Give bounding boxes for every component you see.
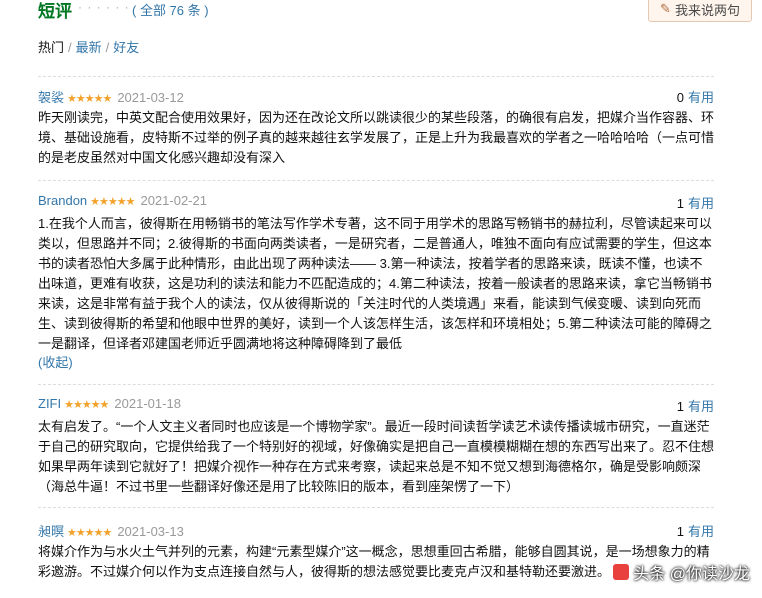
useful-count: 1 bbox=[676, 399, 684, 414]
title-dots: · · · · · · bbox=[78, 0, 130, 14]
all-comments-link[interactable]: ( 全部 76 条 ) bbox=[132, 0, 209, 19]
star-rating-icon: ★★★★★ bbox=[67, 527, 112, 539]
useful-button[interactable]: 有用 bbox=[688, 524, 714, 539]
sort-latest-tab[interactable]: 最新 bbox=[76, 40, 102, 55]
useful-vote[interactable]: 1 有用 bbox=[677, 193, 714, 212]
section-title: 短评 bbox=[38, 2, 72, 21]
review-meta: 昶暝 ★★★★★ 2021-03-13 1 有用 bbox=[38, 521, 714, 539]
divider bbox=[38, 76, 714, 77]
sort-separator: / bbox=[68, 40, 72, 55]
sort-separator: / bbox=[105, 40, 110, 55]
review-date: 2021-02-21 bbox=[140, 193, 207, 208]
divider bbox=[38, 384, 714, 385]
useful-count: 1 bbox=[676, 196, 684, 211]
review-meta: 袈裟 ★★★★★ 2021-03-12 0 有用 bbox=[38, 87, 714, 105]
write-comment-button[interactable]: ✎ 我来说两句 bbox=[648, 0, 752, 22]
pencil-icon: ✎ bbox=[660, 1, 671, 16]
sort-tabs: 热门 / 最新 / 好友 bbox=[38, 37, 139, 56]
write-comment-label: 我来说两句 bbox=[674, 2, 740, 18]
review-text: 太有启发了。“一个人文主义者同时也应该是一个博物学家”。最近一段时间读哲学读艺术… bbox=[38, 419, 715, 494]
review-item: 袈裟 ★★★★★ 2021-03-12 0 有用 昨天刚读完，中英文配合使用效果好，因… bbox=[38, 87, 714, 168]
useful-count: 0 bbox=[676, 90, 684, 105]
review-user-link[interactable]: ZIFI bbox=[38, 396, 61, 411]
collapse-link[interactable]: (收起) bbox=[38, 354, 714, 372]
star-rating-icon: ★★★★★ bbox=[67, 93, 112, 105]
review-item: Brandon ★★★★★ 2021-02-21 1 有用 1.在我个人而言，彼得斯在… bbox=[38, 193, 714, 372]
review-meta: ZIFI ★★★★★ 2021-01-18 1 有用 bbox=[38, 396, 714, 414]
review-date: 2021-03-12 bbox=[117, 90, 184, 105]
review-user-link[interactable]: 袈裟 bbox=[38, 90, 64, 105]
review-date: 2021-03-13 bbox=[117, 524, 184, 539]
useful-count: 1 bbox=[676, 524, 684, 539]
useful-vote[interactable]: 1 有用 bbox=[677, 396, 714, 415]
sort-hot-tab[interactable]: 热门 bbox=[38, 40, 64, 55]
useful-button[interactable]: 有用 bbox=[688, 399, 714, 414]
useful-button[interactable]: 有用 bbox=[688, 90, 714, 105]
review-user-link[interactable]: 昶暝 bbox=[38, 524, 64, 539]
review-item: ZIFI ★★★★★ 2021-01-18 1 有用 太有启发了。“一个人文主义者同时… bbox=[38, 396, 714, 497]
review-user-link[interactable]: Brandon bbox=[38, 193, 87, 208]
review-meta: Brandon ★★★★★ 2021-02-21 1 有用 bbox=[38, 193, 714, 211]
divider bbox=[38, 180, 714, 181]
sort-friends-tab[interactable]: 好友 bbox=[113, 40, 139, 55]
useful-button[interactable]: 有用 bbox=[688, 196, 714, 211]
useful-vote[interactable]: 1 有用 bbox=[677, 521, 714, 540]
review-text: 1.在我个人而言，彼得斯在用畅销书的笔法写作学术专著，这不同于用学术的思路写畅销… bbox=[38, 216, 712, 351]
review-text: 昨天刚读完，中英文配合使用效果好，因为还在改论文所以跳读很少的某些段落，的确很有… bbox=[38, 110, 715, 165]
watermark: 头条 @你读沙龙 bbox=[613, 560, 750, 584]
watermark-text: 头条 @你读沙龙 bbox=[633, 566, 750, 583]
star-rating-icon: ★★★★★ bbox=[64, 399, 109, 411]
star-rating-icon: ★★★★★ bbox=[90, 196, 135, 208]
toutiao-logo-icon bbox=[613, 564, 630, 580]
useful-vote[interactable]: 0 有用 bbox=[677, 87, 714, 106]
comments-header: 短评 · · · · · · ( 全部 76 条 ) ✎ 我来说两句 bbox=[38, 0, 752, 22]
divider bbox=[38, 507, 714, 508]
review-date: 2021-01-18 bbox=[114, 396, 181, 411]
